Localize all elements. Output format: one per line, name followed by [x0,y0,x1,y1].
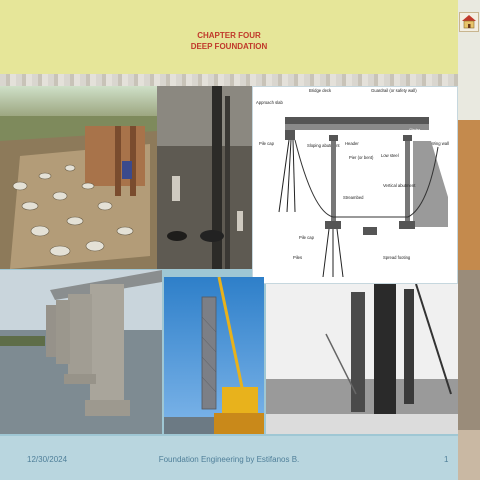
slide-title: CHAPTER FOUR DEEP FOUNDATION [0,30,458,52]
strip-stone [458,270,480,430]
bridge-foundation-diagram: Bridge deck Guardrail (or safety wall) A… [252,86,458,284]
chapter-topic: DEEP FOUNDATION [190,42,268,51]
label-wing-wall: Wing wall [431,141,449,146]
home-button[interactable] [459,12,479,32]
home-icon [462,15,476,29]
label-pier: Pier (or bent) [349,155,374,160]
label-approach-slab: Approach slab [256,100,283,105]
label-spread-footing: Spread footing [383,255,411,260]
label-girder: Girder [409,127,421,132]
side-decoration-strip [458,0,480,480]
label-piles: Piles [293,255,302,260]
pile-driving-rig-photo [266,284,458,434]
label-pile-cap-bottom: Pile cap [299,235,315,240]
pile-excavation-photo [0,86,157,269]
label-low-steel: Low steel [381,153,399,158]
pile-drilling-photo [157,86,252,269]
label-pile-cap-left: Pile cap [259,141,275,146]
slide-number: 1 [444,455,449,464]
label-vertical-abutment: Vertical abutment [383,183,416,188]
strip-brick [458,120,480,270]
chapter-label: CHAPTER FOUR [197,31,261,40]
bridge-piers-photo [0,270,162,434]
label-guardrail: Guardrail (or safety wall) [371,88,417,93]
crane-pile-casing-photo [164,277,264,434]
texture-divider [0,74,458,86]
strip-sand [458,430,480,480]
label-streambed: Streambed [343,195,364,200]
label-header: Header [345,141,359,146]
footer-author: Foundation Engineering by Estifanos B. [158,455,300,464]
label-bridge-deck: Bridge deck [309,88,332,93]
